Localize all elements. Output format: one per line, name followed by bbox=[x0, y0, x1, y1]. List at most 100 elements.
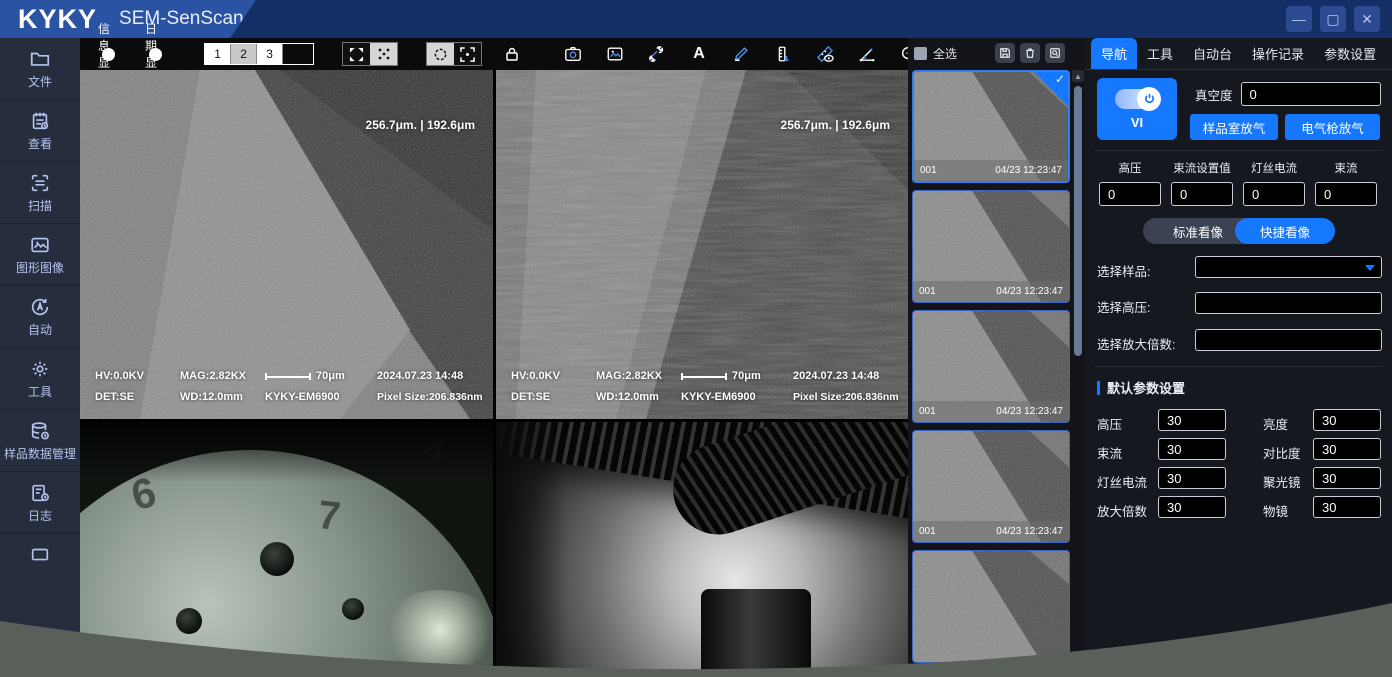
tools-wrench-icon[interactable] bbox=[646, 43, 668, 65]
thumbnail-strip: 全选 ✓ 001 bbox=[908, 38, 1085, 677]
vacuum-input[interactable] bbox=[1241, 82, 1381, 106]
sidebar-item-images[interactable]: 图形图像 bbox=[0, 224, 80, 286]
capture-camera-icon[interactable] bbox=[562, 43, 584, 65]
sidebar-item-scan[interactable]: 扫描 bbox=[0, 162, 80, 224]
default-hv-input[interactable] bbox=[1158, 409, 1226, 431]
filament-label: 灯丝电流 bbox=[1251, 160, 1297, 176]
angle-measure-icon[interactable] bbox=[856, 43, 878, 65]
ruler-measure-icon[interactable] bbox=[772, 43, 794, 65]
sidebar-item-log[interactable]: 日志 bbox=[0, 472, 80, 534]
sem-view-2[interactable]: 256.7μm. | 192.6μm HV:0.0KV MAG:2.82KX 7… bbox=[496, 70, 908, 419]
thumbnail-scrollbar: ▲ bbox=[1072, 70, 1084, 670]
thumbnail-item[interactable]: 001 04/23 12:23:47 bbox=[912, 310, 1070, 423]
view-page-empty[interactable] bbox=[283, 44, 313, 64]
chamber-vent-button[interactable]: 样品室放气 bbox=[1190, 114, 1278, 140]
thumbnail-time: 04/23 12:23:47 bbox=[996, 526, 1063, 537]
select-hv-input[interactable] bbox=[1195, 292, 1382, 314]
sidebar-item-label: 图形图像 bbox=[16, 261, 64, 276]
sidebar-item-label: 工具 bbox=[28, 385, 52, 400]
sidebar-item-auto[interactable]: 自动 bbox=[0, 286, 80, 348]
focus-frame-icon[interactable] bbox=[454, 43, 481, 65]
hv-label: 高压 bbox=[1119, 160, 1142, 176]
default-beam-input[interactable] bbox=[1158, 438, 1226, 460]
delete-thumbnails-icon[interactable] bbox=[1020, 43, 1040, 63]
thumbnail-item[interactable]: 001 04/23 12:23:47 bbox=[912, 190, 1070, 303]
section-divider bbox=[1095, 150, 1382, 151]
sidebar-item-sample-data[interactable]: 样品数据管理 bbox=[0, 410, 80, 472]
quick-imaging-button[interactable]: 快捷看像 bbox=[1235, 218, 1335, 244]
hv-readout: HV:0.0KV bbox=[511, 370, 560, 382]
chamber-camera-view-1[interactable]: 6 7 4 bbox=[80, 422, 493, 677]
thumbnail-item[interactable] bbox=[912, 550, 1070, 663]
hv-readout: HV:0.0KV bbox=[95, 370, 144, 382]
select-all-checkbox[interactable] bbox=[914, 47, 927, 60]
fullscreen-icon[interactable] bbox=[343, 43, 370, 65]
scale-bar-line bbox=[681, 373, 727, 380]
power-icon bbox=[1143, 92, 1156, 105]
text-annotation-icon[interactable]: A bbox=[688, 43, 710, 65]
default-contrast-input[interactable] bbox=[1313, 438, 1381, 460]
chamber-camera-view-2[interactable] bbox=[496, 422, 908, 677]
sidebar-item-files[interactable]: 文件 bbox=[0, 38, 80, 100]
scale-bar-line bbox=[265, 373, 311, 380]
refresh-scan-icon[interactable] bbox=[427, 43, 454, 65]
kyky-logo: KYKY bbox=[18, 4, 97, 35]
sidebar-item-tools[interactable]: 工具 bbox=[0, 348, 80, 410]
tab-operation-log[interactable]: 操作记录 bbox=[1242, 38, 1314, 69]
default-beam-label: 束流 bbox=[1097, 443, 1122, 462]
save-image-icon[interactable] bbox=[604, 43, 626, 65]
view-page-1[interactable]: 1 bbox=[205, 44, 231, 64]
scrollbar-thumb[interactable] bbox=[1074, 86, 1082, 356]
maximize-button[interactable]: ▢ bbox=[1320, 6, 1346, 32]
default-condenser-input[interactable] bbox=[1313, 467, 1381, 489]
preview-thumbnails-icon[interactable] bbox=[1045, 43, 1065, 63]
tab-navigation[interactable]: 导航 bbox=[1091, 38, 1137, 69]
vi-toggle[interactable] bbox=[1115, 89, 1159, 109]
select-sample-dropdown[interactable] bbox=[1195, 256, 1382, 278]
default-mag-input[interactable] bbox=[1158, 496, 1226, 518]
database-icon bbox=[29, 420, 51, 442]
thumbnail-caption: 001 04/23 12:23:47 bbox=[913, 281, 1069, 302]
measure-view-icon[interactable] bbox=[814, 43, 836, 65]
gun-vent-button[interactable]: 电气枪放气 bbox=[1285, 114, 1380, 140]
thumbnail-item-selected[interactable]: ✓ 001 04/23 12:23:47 bbox=[912, 70, 1070, 183]
pen-annotation-icon[interactable] bbox=[730, 43, 752, 65]
filament-input[interactable] bbox=[1243, 182, 1305, 206]
titlebar: KYKY SEM-SenScan — ▢ ✕ bbox=[0, 0, 1392, 38]
default-brightness-input[interactable] bbox=[1313, 409, 1381, 431]
view-page-3[interactable]: 3 bbox=[257, 44, 283, 64]
tab-autostage[interactable]: 自动台 bbox=[1183, 38, 1242, 69]
thumbnail-id: 001 bbox=[920, 165, 937, 176]
mag-readout: MAG:2.82KX bbox=[596, 370, 662, 382]
sem-view-1[interactable]: 256.7μm. | 192.6μm HV:0.0KV MAG:2.82KX 7… bbox=[80, 70, 493, 419]
sidebar-item-partial[interactable] bbox=[0, 534, 80, 575]
save-thumbnails-icon[interactable] bbox=[995, 43, 1015, 63]
view-page-2[interactable]: 2 bbox=[231, 44, 257, 64]
vi-card[interactable]: VI bbox=[1097, 78, 1177, 140]
beam-input[interactable] bbox=[1315, 182, 1377, 206]
sidebar-item-label: 自动 bbox=[28, 323, 52, 338]
log-icon bbox=[29, 482, 51, 504]
default-hv-label: 高压 bbox=[1097, 414, 1122, 433]
wd-readout: WD:12.0mm bbox=[596, 391, 659, 403]
hv-input[interactable] bbox=[1099, 182, 1161, 206]
default-filament-input[interactable] bbox=[1158, 467, 1226, 489]
close-button[interactable]: ✕ bbox=[1354, 6, 1380, 32]
sem-senscan-window: KYKY SEM-SenScan — ▢ ✕ 文件 查看 扫描 图形图像 自动 bbox=[0, 0, 1392, 677]
sidebar-item-view[interactable]: 查看 bbox=[0, 100, 80, 162]
grid-pattern-icon[interactable] bbox=[370, 43, 397, 65]
beam-params: 高压 束流设置值 灯丝电流 束流 bbox=[1099, 160, 1377, 206]
notepad-icon bbox=[29, 110, 51, 132]
default-objective-input[interactable] bbox=[1313, 496, 1381, 518]
default-mag-label: 放大倍数 bbox=[1097, 501, 1147, 520]
tab-parameter-settings[interactable]: 参数设置 bbox=[1314, 38, 1386, 69]
default-objective-label: 物镜 bbox=[1263, 501, 1288, 520]
minimize-button[interactable]: — bbox=[1286, 6, 1312, 32]
lock-icon[interactable] bbox=[504, 43, 520, 65]
thumbnail-item[interactable]: 001 04/23 12:23:47 bbox=[912, 430, 1070, 543]
tab-tools[interactable]: 工具 bbox=[1137, 38, 1183, 69]
scroll-up-icon[interactable]: ▲ bbox=[1072, 70, 1084, 82]
select-mag-input[interactable] bbox=[1195, 329, 1382, 351]
beam-set-input[interactable] bbox=[1171, 182, 1233, 206]
panel-tabs: 导航 工具 自动台 操作记录 参数设置 bbox=[1085, 38, 1392, 70]
